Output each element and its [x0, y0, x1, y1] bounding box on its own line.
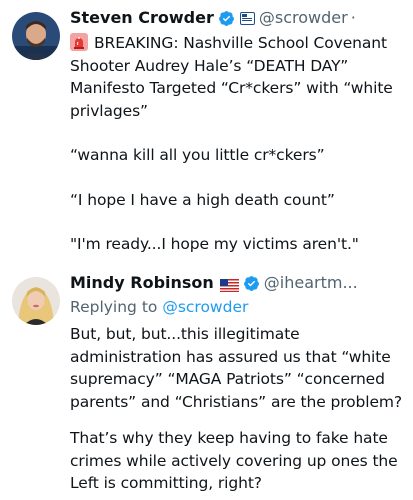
separator-dot: · — [350, 8, 356, 27]
rotating-light-icon — [70, 33, 88, 51]
tweet-text: BREAKING: Nashville School Covenant Shoo… — [70, 32, 407, 256]
replying-to-mention-link[interactable]: @scrowder — [162, 298, 248, 316]
tweet-line: BREAKING: Nashville School Covenant — [70, 32, 407, 55]
reply-line-3: supremacy” “MAGA Patriots” “concerned — [70, 370, 385, 388]
quote-2: “I hope I have a high death count” — [70, 190, 335, 209]
avatar-mindy-robinson[interactable] — [12, 277, 60, 325]
tweet-header: Steven Crowder @scrowder · — [70, 8, 407, 28]
verified-badge-icon — [218, 10, 235, 27]
reply-line-1: But, but, but...this illegitimate — [70, 325, 300, 343]
tweet-line-2: Shooter Audrey Hale’s “DEATH DAY” — [70, 56, 349, 75]
reply-line-2: administration has assured us that “whit… — [70, 347, 391, 366]
author-name[interactable]: Mindy Robinson — [70, 273, 214, 293]
tweet-line-3: Manifesto Targeted “Cr*ckers” with “whit… — [70, 79, 393, 97]
tweet-steven-crowder: Steven Crowder @scrowder · BREAKING: Nas… — [0, 0, 413, 265]
replying-to-label: Replying to — [70, 298, 163, 316]
avatar-steven-crowder[interactable] — [12, 12, 60, 60]
tweet-line-4: privlages” — [70, 101, 148, 120]
reply-line-5: That’s why they keep having to fake hate — [70, 429, 388, 447]
tweet-line-1: BREAKING: Nashville School Covenant — [94, 34, 387, 52]
author-handle[interactable]: @scrowder — [259, 8, 348, 28]
author-name[interactable]: Steven Crowder — [70, 8, 214, 28]
reply-text: But, but, but...this illegitimate admini… — [70, 323, 407, 495]
reply-line-7: Left is committing, right? — [70, 474, 262, 492]
quote-1: “wanna kill all you little cr*ckers” — [70, 146, 325, 164]
tweet-header: Mindy Robinson @iheartm... — [70, 273, 407, 293]
replying-to: Replying to @scrowder — [70, 296, 407, 318]
verified-badge-icon — [243, 275, 260, 292]
quote-3: "I'm ready...I hope my victims aren't." — [70, 235, 359, 253]
affiliation-badge-icon — [239, 11, 255, 25]
reply-line-6: crimes while actively covering up ones t… — [70, 451, 398, 470]
reply-line-4: parents” and “Christians” are the proble… — [70, 392, 403, 411]
tweet-mindy-robinson: Mindy Robinson @iheartm... Replying to @… — [0, 265, 413, 500]
author-handle[interactable]: @iheartm... — [264, 273, 358, 293]
us-flag-icon — [219, 277, 239, 292]
